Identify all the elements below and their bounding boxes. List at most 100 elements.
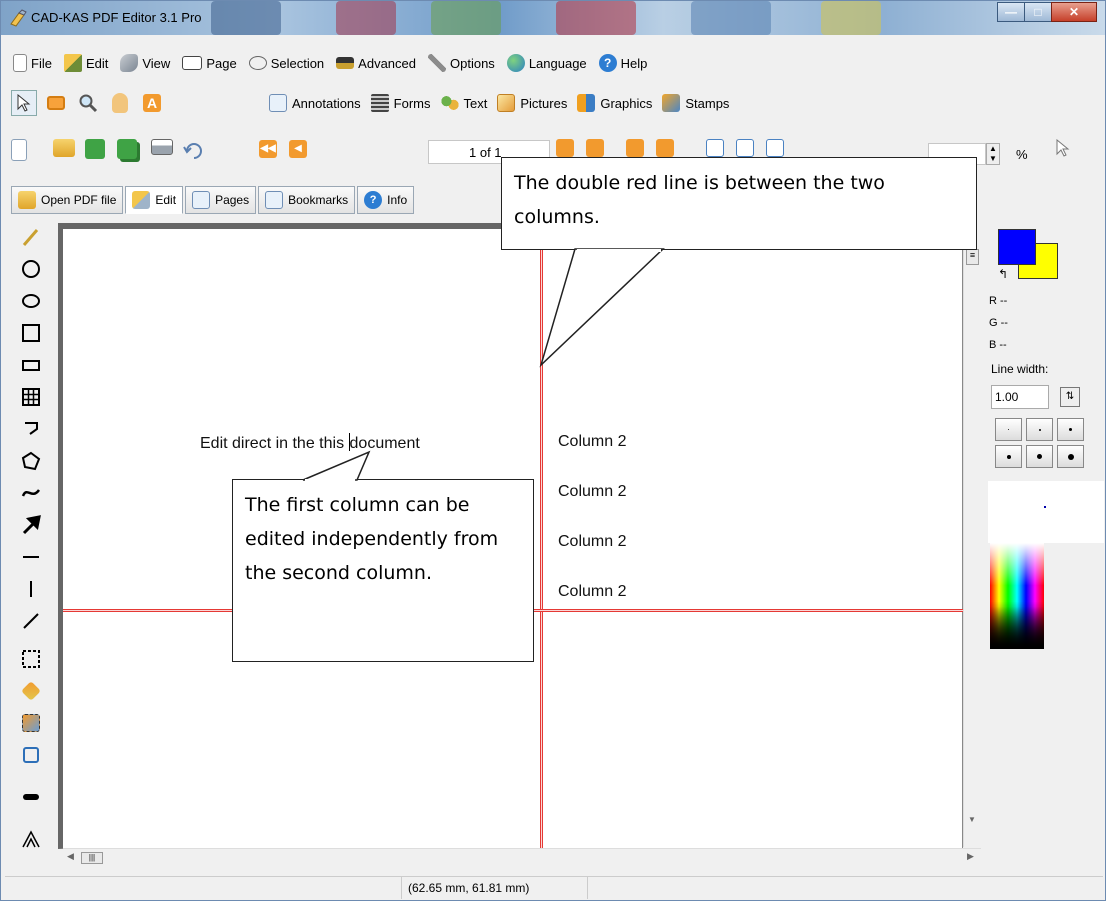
column-2-line[interactable]: Column 2 bbox=[558, 483, 626, 501]
scroll-left-icon[interactable]: ◀ bbox=[67, 851, 74, 862]
point-size-button[interactable] bbox=[1057, 445, 1084, 468]
book-icon bbox=[182, 56, 203, 70]
horizontal-line-tool[interactable] bbox=[19, 545, 43, 569]
menu-help[interactable]: ? Help bbox=[595, 52, 652, 74]
folder-icon bbox=[53, 139, 75, 157]
polyline-tool[interactable] bbox=[19, 417, 43, 441]
scroll-thumb-vertical[interactable]: ≡ bbox=[966, 249, 979, 265]
first-page-button[interactable]: ◀◀ bbox=[259, 139, 283, 163]
selection-rect-tool[interactable] bbox=[19, 647, 43, 671]
scroll-down-icon[interactable]: ▼ bbox=[968, 815, 976, 824]
tab-pages[interactable]: Pages bbox=[185, 186, 257, 214]
save-button[interactable] bbox=[85, 139, 109, 163]
point-size-button[interactable] bbox=[1026, 418, 1053, 441]
fill-selection-tool[interactable] bbox=[19, 711, 43, 735]
fill-tool[interactable] bbox=[19, 679, 43, 703]
polygon-tool[interactable] bbox=[19, 449, 43, 473]
drawing-toolbar bbox=[13, 223, 53, 863]
maximize-button[interactable]: □ bbox=[1024, 2, 1052, 22]
foreground-color-swatch[interactable] bbox=[998, 229, 1036, 265]
hand-tool-button[interactable] bbox=[107, 90, 133, 116]
point-size-button[interactable] bbox=[995, 418, 1022, 441]
annotations-button[interactable]: Annotations bbox=[269, 94, 361, 112]
column-1-text[interactable]: Edit direct in the this document bbox=[200, 433, 420, 453]
marquee-tool-button[interactable] bbox=[43, 90, 69, 116]
line-width-input[interactable]: 1.00 bbox=[991, 385, 1049, 409]
text-tool-button[interactable]: A bbox=[139, 90, 165, 116]
undo-button[interactable] bbox=[183, 139, 207, 163]
horizontal-scrollbar[interactable]: ◀ ||| ▶ bbox=[63, 848, 981, 866]
pictures-button[interactable]: Pictures bbox=[497, 94, 567, 112]
tab-bookmarks[interactable]: Bookmarks bbox=[258, 186, 356, 214]
scroll-right-icon[interactable]: ▶ bbox=[967, 851, 974, 862]
save-as-button[interactable] bbox=[117, 139, 141, 163]
diagonal-line-tool[interactable] bbox=[19, 609, 43, 633]
line-thickness-tool[interactable] bbox=[19, 785, 43, 809]
prev-page-button[interactable]: ◀ bbox=[289, 139, 313, 163]
point-size-button[interactable] bbox=[995, 445, 1022, 468]
print-button[interactable] bbox=[151, 139, 175, 163]
line-width-spinner[interactable]: ⇅ bbox=[1060, 387, 1080, 407]
zoom-spinner[interactable]: ▲ ▼ bbox=[986, 143, 1000, 165]
square-tool[interactable] bbox=[19, 321, 43, 345]
properties-panel: ↰ R -- G -- B -- Line width: 1.00 ⇅ bbox=[986, 223, 1104, 863]
tab-open-pdf-file[interactable]: Open PDF file bbox=[11, 186, 124, 214]
fit-width-icon bbox=[766, 139, 784, 157]
stamps-button[interactable]: Stamps bbox=[662, 94, 729, 112]
stamp-icon bbox=[662, 94, 681, 112]
text-button[interactable]: Text bbox=[440, 94, 487, 112]
tab-edit[interactable]: Edit bbox=[125, 186, 184, 214]
table-tool[interactable] bbox=[19, 385, 43, 409]
text-a-icon: A bbox=[143, 94, 161, 112]
swap-colors-icon[interactable]: ↰ bbox=[998, 267, 1008, 281]
select-tool-button[interactable] bbox=[11, 90, 37, 116]
menu-options[interactable]: Options bbox=[424, 52, 499, 74]
table-icon bbox=[22, 388, 40, 406]
column-2-line[interactable]: Column 2 bbox=[558, 533, 626, 551]
menu-edit[interactable]: Edit bbox=[60, 52, 112, 74]
status-left-cell bbox=[5, 877, 401, 899]
arrow-cursor-icon bbox=[17, 94, 31, 112]
open-file-button[interactable] bbox=[53, 139, 77, 163]
vertical-scrollbar[interactable]: ≡ ▼ bbox=[963, 247, 981, 847]
group-tool[interactable] bbox=[19, 743, 43, 767]
annotation-icon bbox=[269, 94, 287, 112]
curve-tool[interactable] bbox=[19, 481, 43, 505]
column-2-line[interactable]: Column 2 bbox=[558, 433, 626, 451]
vertical-line-icon bbox=[30, 581, 32, 597]
vertical-line-tool[interactable] bbox=[19, 577, 43, 601]
circle-tool[interactable] bbox=[19, 257, 43, 281]
graphics-button[interactable]: Graphics bbox=[577, 94, 652, 112]
menu-view[interactable]: View bbox=[116, 52, 174, 74]
menu-page[interactable]: Page bbox=[178, 54, 240, 73]
color-spectrum-picker[interactable] bbox=[990, 543, 1044, 649]
menu-advanced[interactable]: Advanced bbox=[332, 54, 420, 73]
arrowhead-tool[interactable] bbox=[19, 827, 43, 851]
arrow-tool[interactable] bbox=[19, 513, 43, 537]
callout-column-explanation: The first column can be edited independe… bbox=[232, 479, 534, 662]
ellipse-tool[interactable] bbox=[19, 289, 43, 313]
menu-language[interactable]: Language bbox=[503, 52, 591, 74]
menu-selection[interactable]: Selection bbox=[245, 54, 328, 73]
graphics-icon bbox=[577, 94, 596, 112]
close-button[interactable]: ✕ bbox=[1051, 2, 1097, 22]
paint-bucket-icon bbox=[21, 681, 41, 701]
zoom-tool-button[interactable] bbox=[75, 90, 101, 116]
point-size-button[interactable] bbox=[1057, 418, 1084, 441]
point-size-button[interactable] bbox=[1026, 445, 1053, 468]
line-preview-dot bbox=[1044, 506, 1046, 508]
brush-tool[interactable] bbox=[19, 225, 43, 249]
new-file-button[interactable] bbox=[11, 139, 35, 163]
printer-icon bbox=[151, 139, 173, 155]
pointer-button[interactable] bbox=[1056, 138, 1080, 163]
tab-info[interactable]: ? Info bbox=[357, 186, 415, 214]
rectangle-tool[interactable] bbox=[19, 353, 43, 377]
minimize-button[interactable]: — bbox=[997, 2, 1025, 22]
column-2-line[interactable]: Column 2 bbox=[558, 583, 626, 601]
marquee-icon bbox=[47, 96, 65, 110]
scroll-thumb-horizontal[interactable]: ||| bbox=[81, 852, 103, 864]
menu-file[interactable]: File bbox=[9, 52, 56, 74]
tab-bar: Open PDF file Edit Pages Bookmarks ? Inf… bbox=[11, 186, 415, 216]
ellipse-icon bbox=[22, 294, 40, 308]
forms-button[interactable]: Forms bbox=[370, 94, 431, 112]
